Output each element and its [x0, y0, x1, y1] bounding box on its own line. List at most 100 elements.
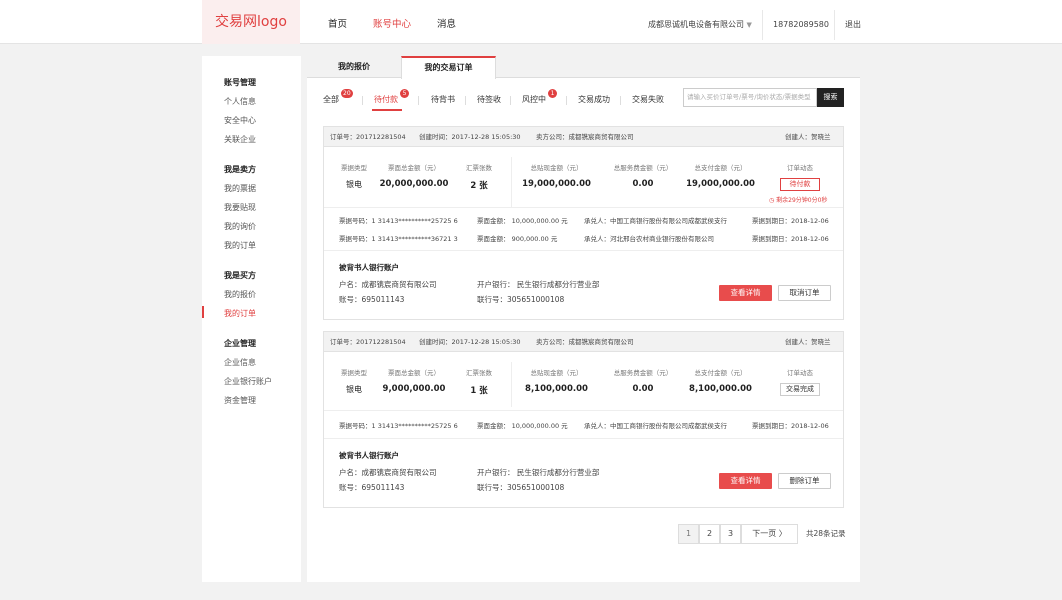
count-badge: 5: [400, 89, 409, 98]
pay-total: 8,100,000.00: [689, 384, 752, 394]
bill-count: 2 张: [470, 181, 488, 191]
divider: [762, 10, 763, 40]
bill-type: 银电: [346, 385, 362, 394]
main-panel: 我的报价 我的交易订单 全部 20 待付款 5 待背书 待签收 风控中 1 交易成功 …: [307, 56, 860, 582]
search-button[interactable]: 搜索: [817, 88, 844, 107]
creator: 创建人：贺晓兰: [785, 133, 831, 141]
bill-amount: 票面金额： 10,000,000.00 元: [477, 422, 568, 430]
divider: [620, 96, 621, 105]
logout-link[interactable]: 退出: [845, 0, 861, 44]
bank-name: 开户银行： 民生银行成都分行营业部: [477, 468, 600, 477]
filter-label: 风控中: [522, 95, 546, 104]
filter-risk-control[interactable]: 风控中 1: [522, 89, 557, 105]
nav-account-center[interactable]: 账号中心: [373, 0, 411, 44]
next-page-button[interactable]: 下一页 〉: [741, 524, 798, 544]
tab-my-orders[interactable]: 我的交易订单: [401, 56, 496, 79]
sidebar-item-company-bank[interactable]: 企业银行账户: [224, 376, 272, 387]
order-card-header: 订单号：201712281504 创建时间：2017-12-28 15:05:3…: [324, 127, 843, 147]
view-details-button[interactable]: 查看详情: [719, 473, 772, 489]
bank-code: 联行号：305651000108: [477, 295, 565, 304]
sidebar-item-my-inquiry[interactable]: 我的询价: [224, 221, 256, 232]
face-total: 20,000,000.00: [379, 179, 449, 189]
sidebar-item-funds[interactable]: 资金管理: [224, 395, 256, 406]
col-label: 票据类型: [341, 164, 367, 172]
col-label: 订单动态: [787, 164, 813, 172]
account-number: 账号：695011143: [339, 483, 405, 492]
bill-number: 票据号码：1 31413**********36721 3: [339, 235, 458, 243]
col-label: 总支付金额（元）: [694, 164, 747, 172]
col-label: 汇票张数: [466, 164, 492, 172]
order-card: 订单号：201712281504 创建时间：2017-12-28 15:05:3…: [323, 126, 844, 320]
divider: [324, 438, 843, 439]
status-badge: 交易完成: [780, 383, 820, 396]
sidebar-item-linked-company[interactable]: 关联企业: [224, 134, 256, 145]
tab-my-quotes[interactable]: 我的报价: [307, 56, 401, 78]
search-input[interactable]: 请输入买价订单号/票号/询价状态/票据类型: [683, 88, 817, 107]
divider: [511, 362, 512, 407]
filter-pending-endorse[interactable]: 待背书: [431, 94, 455, 105]
divider: [362, 96, 363, 105]
count-badge: 1: [548, 89, 557, 98]
col-label: 总服务费金额（元）: [613, 369, 673, 377]
due-date: 票据到期日：2018-12-06: [752, 235, 829, 243]
fee-total: 0.00: [632, 179, 654, 189]
filter-pending-payment[interactable]: 待付款 5: [372, 89, 409, 111]
sidebar-item-company-info[interactable]: 企业信息: [224, 357, 256, 368]
sidebar-item-my-quotes[interactable]: 我的报价: [224, 289, 256, 300]
sidebar: 账号管理 个人信息 安全中心 关联企业 我是卖方 我的票据 我要贴现 我的询价 …: [202, 56, 301, 582]
count-badge: 20: [341, 89, 353, 98]
account-name: 户名：成都镌宸商贸有限公司: [339, 280, 437, 289]
sidebar-item-security[interactable]: 安全中心: [224, 115, 256, 126]
countdown: ◷ 剩余29分钟0分0秒: [769, 195, 827, 204]
filter-label: 全部: [323, 95, 339, 104]
created-time: 创建时间：2017-12-28 15:05:30: [419, 133, 521, 141]
col-label: 订单动态: [787, 369, 813, 377]
account-number: 账号：695011143: [339, 295, 405, 304]
bank-code: 联行号：305651000108: [477, 483, 565, 492]
caret-down-icon: ▼: [746, 21, 752, 29]
sidebar-item-buyer-orders[interactable]: 我的订单: [224, 308, 256, 319]
due-date: 票据到期日：2018-12-06: [752, 217, 829, 225]
acceptor: 承兑人：中国工商银行股份有限公司成都武侯支行: [584, 217, 727, 225]
divider: [511, 157, 512, 207]
company-switcher[interactable]: 成都思诚机电设备有限公司 ▼: [648, 0, 752, 44]
view-details-button[interactable]: 查看详情: [719, 285, 772, 301]
order-number: 订单号：201712281504: [330, 133, 406, 141]
sidebar-item-my-bills[interactable]: 我的票据: [224, 183, 256, 194]
filter-pending-sign[interactable]: 待签收: [477, 94, 501, 105]
acceptor: 承兑人：中国工商银行股份有限公司成都武侯支行: [584, 422, 727, 430]
col-label: 总支付金额（元）: [694, 369, 747, 377]
sidebar-item-profile[interactable]: 个人信息: [224, 96, 256, 107]
account-title: 被背书人银行账户: [339, 451, 399, 460]
account-title: 被背书人银行账户: [339, 263, 399, 272]
filter-success[interactable]: 交易成功: [578, 94, 610, 105]
site-logo[interactable]: 交易网logo: [202, 0, 300, 44]
created-time: 创建时间：2017-12-28 15:05:30: [419, 338, 521, 346]
page-2[interactable]: 2: [699, 524, 720, 544]
active-underline: [372, 109, 402, 111]
countdown-text: 剩余29分钟0分0秒: [776, 197, 828, 204]
order-card-header: 订单号：201712281504 创建时间：2017-12-28 15:05:3…: [324, 332, 843, 352]
filter-failed[interactable]: 交易失败: [632, 94, 664, 105]
page-1[interactable]: 1: [678, 524, 699, 544]
filter-all[interactable]: 全部 20: [323, 89, 353, 105]
clock-icon: ◷: [769, 197, 775, 204]
divider: [834, 10, 835, 40]
sidebar-group-title: 我是买方: [224, 271, 256, 280]
acceptor: 承兑人：河北邢台农村商业银行股份有限公司: [584, 235, 714, 243]
bill-amount: 票面金额： 900,000.00 元: [477, 235, 558, 243]
divider: [324, 250, 843, 251]
sidebar-group-title: 企业管理: [224, 339, 256, 348]
page-3[interactable]: 3: [720, 524, 741, 544]
cancel-order-button[interactable]: 取消订单: [778, 285, 831, 301]
col-label: 汇票张数: [466, 369, 492, 377]
sidebar-group-title: 账号管理: [224, 78, 256, 87]
order-card: 订单号：201712281504 创建时间：2017-12-28 15:05:3…: [323, 331, 844, 508]
company-name: 成都思诚机电设备有限公司: [648, 20, 744, 29]
sidebar-item-seller-orders[interactable]: 我的订单: [224, 240, 256, 251]
phone-number: 18782089580: [773, 20, 829, 29]
sidebar-item-discount[interactable]: 我要贴现: [224, 202, 256, 213]
nav-messages[interactable]: 消息: [437, 0, 456, 44]
nav-home[interactable]: 首页: [328, 0, 347, 44]
delete-order-button[interactable]: 删除订单: [778, 473, 831, 489]
